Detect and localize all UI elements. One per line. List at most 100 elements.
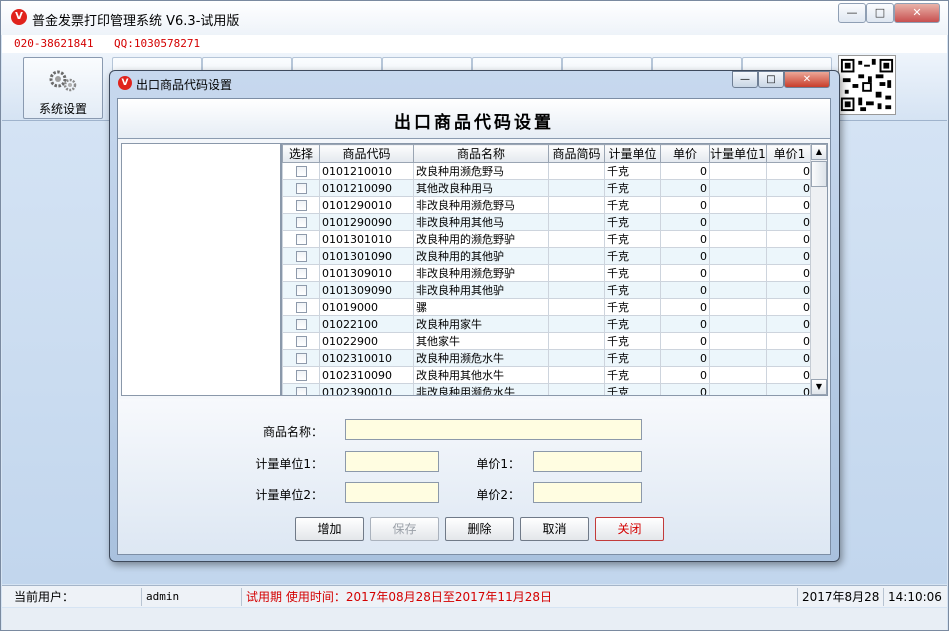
cell-name: 改良种用濒危水牛: [414, 350, 549, 367]
cell-price: 0: [661, 231, 710, 248]
row-checkbox[interactable]: [296, 183, 307, 194]
cell-unit: 千克: [605, 197, 661, 214]
col-header-name[interactable]: 商品名称: [414, 145, 549, 163]
maximize-button[interactable]: □: [866, 3, 894, 23]
category-tree[interactable]: [121, 143, 281, 396]
col-header-unit1[interactable]: 计量单位1: [710, 145, 767, 163]
table-row[interactable]: 0101210010改良种用濒危野马千克00: [283, 163, 813, 180]
row-select-cell[interactable]: [283, 231, 320, 248]
scroll-thumb[interactable]: [811, 161, 827, 187]
cell-unit1: [710, 197, 767, 214]
row-checkbox[interactable]: [296, 268, 307, 279]
unit2-input[interactable]: [345, 482, 439, 503]
table-row[interactable]: 0102310090改良种用其他水牛千克00: [283, 367, 813, 384]
row-select-cell[interactable]: [283, 197, 320, 214]
cancel-button[interactable]: 取消: [520, 517, 589, 541]
row-select-cell[interactable]: [283, 350, 320, 367]
row-select-cell[interactable]: [283, 367, 320, 384]
col-header-unit[interactable]: 计量单位: [605, 145, 661, 163]
cell-code: 0101290010: [320, 197, 414, 214]
row-select-cell[interactable]: [283, 163, 320, 180]
row-checkbox[interactable]: [296, 166, 307, 177]
row-checkbox[interactable]: [296, 319, 307, 330]
dialog-close-button[interactable]: ✕: [784, 71, 830, 88]
row-checkbox[interactable]: [296, 251, 307, 262]
table-row[interactable]: 0102310010改良种用濒危水牛千克00: [283, 350, 813, 367]
col-header-short[interactable]: 商品简码: [549, 145, 605, 163]
product-name-input[interactable]: [345, 419, 642, 440]
current-user: admin: [142, 588, 242, 606]
system-settings-button[interactable]: 系统设置: [23, 57, 103, 119]
table-row[interactable]: 0101290010非改良种用濒危野马千克00: [283, 197, 813, 214]
bottom-strip: [2, 608, 947, 630]
row-checkbox[interactable]: [296, 217, 307, 228]
cell-price1: 0: [767, 265, 813, 282]
unit1-input[interactable]: [345, 451, 439, 472]
row-checkbox[interactable]: [296, 370, 307, 381]
cell-unit: 千克: [605, 214, 661, 231]
price2-input[interactable]: [533, 482, 642, 503]
cell-short: [549, 367, 605, 384]
status-bar: 当前用户： admin 试用期 使用时间：2017年08月28日至2017年11…: [2, 585, 947, 607]
col-header-select[interactable]: 选择: [283, 145, 320, 163]
price1-input[interactable]: [533, 451, 642, 472]
cell-price: 0: [661, 316, 710, 333]
product-code-grid[interactable]: 选择 商品代码 商品名称 商品简码 计量单位 单价 计量单位1 单价1 0101…: [281, 143, 828, 396]
dialog-maximize-button[interactable]: □: [758, 71, 784, 88]
row-select-cell[interactable]: [283, 299, 320, 316]
cell-price: 0: [661, 350, 710, 367]
dialog-close-action-button[interactable]: 关闭: [595, 517, 664, 541]
scroll-up-icon[interactable]: ▲: [811, 144, 827, 160]
cell-price1: 0: [767, 367, 813, 384]
gears-icon: [47, 68, 79, 94]
row-checkbox[interactable]: [296, 336, 307, 347]
row-select-cell[interactable]: [283, 248, 320, 265]
cell-short: [549, 350, 605, 367]
minimize-button[interactable]: —: [838, 3, 866, 23]
table-row[interactable]: 0101309010非改良种用濒危野驴千克00: [283, 265, 813, 282]
cell-code: 0101210090: [320, 180, 414, 197]
row-select-cell[interactable]: [283, 333, 320, 350]
cell-name: 非改良种用濒危水牛: [414, 384, 549, 397]
header-title: 出口商品代码设置: [118, 108, 830, 133]
row-select-cell[interactable]: [283, 384, 320, 397]
add-button[interactable]: 增加: [295, 517, 364, 541]
table-row[interactable]: 0101301090改良种用的其他驴千克00: [283, 248, 813, 265]
table-row[interactable]: 01022100改良种用家牛千克00: [283, 316, 813, 333]
row-select-cell[interactable]: [283, 316, 320, 333]
table-row[interactable]: 0102390010非改良种用濒危水牛千克00: [283, 384, 813, 397]
cell-price: 0: [661, 282, 710, 299]
col-header-price1[interactable]: 单价1: [767, 145, 813, 163]
cell-name: 改良种用的濒危野驴: [414, 231, 549, 248]
grid-scrollbar[interactable]: ▲ ▼: [810, 144, 827, 395]
cell-price: 0: [661, 163, 710, 180]
row-checkbox[interactable]: [296, 285, 307, 296]
table-row[interactable]: 01019000骡千克00: [283, 299, 813, 316]
save-button[interactable]: 保存: [370, 517, 439, 541]
table-row[interactable]: 0101210090其他改良种用马千克00: [283, 180, 813, 197]
table-row[interactable]: 01022900其他家牛千克00: [283, 333, 813, 350]
row-checkbox[interactable]: [296, 234, 307, 245]
table-row[interactable]: 0101290090非改良种用其他马千克00: [283, 214, 813, 231]
cell-short: [549, 231, 605, 248]
row-checkbox[interactable]: [296, 200, 307, 211]
row-select-cell[interactable]: [283, 180, 320, 197]
scroll-down-icon[interactable]: ▼: [811, 379, 827, 395]
status-time: 14:10:06: [884, 588, 942, 606]
table-row[interactable]: 0101301010改良种用的濒危野驴千克00: [283, 231, 813, 248]
row-checkbox[interactable]: [296, 387, 307, 396]
table-row[interactable]: 0101309090非改良种用其他驴千克00: [283, 282, 813, 299]
delete-button[interactable]: 删除: [445, 517, 514, 541]
cell-price1: 0: [767, 163, 813, 180]
row-select-cell[interactable]: [283, 282, 320, 299]
phone-number: 020-38621841: [14, 37, 93, 50]
col-header-price[interactable]: 单价: [661, 145, 710, 163]
row-select-cell[interactable]: [283, 214, 320, 231]
cell-name: 改良种用的其他驴: [414, 248, 549, 265]
col-header-code[interactable]: 商品代码: [320, 145, 414, 163]
row-checkbox[interactable]: [296, 302, 307, 313]
row-checkbox[interactable]: [296, 353, 307, 364]
dialog-minimize-button[interactable]: —: [732, 71, 758, 88]
row-select-cell[interactable]: [283, 265, 320, 282]
close-button[interactable]: ✕: [894, 3, 940, 23]
